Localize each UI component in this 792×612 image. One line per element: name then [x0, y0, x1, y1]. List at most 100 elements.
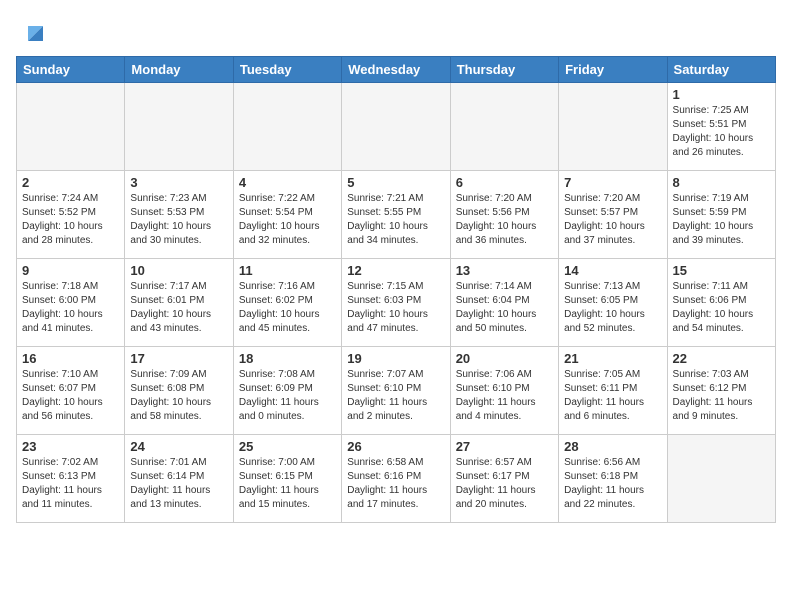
calendar-cell: 10 Sunrise: 7:17 AM Sunset: 6:01 PM Dayli… [125, 259, 233, 347]
calendar-cell: 13 Sunrise: 7:14 AM Sunset: 6:04 PM Dayli… [450, 259, 558, 347]
calendar-cell: 5 Sunrise: 7:21 AM Sunset: 5:55 PM Daylig… [342, 171, 450, 259]
day-info: Sunrise: 7:07 AM Sunset: 6:10 PM Dayligh… [347, 368, 444, 424]
day-info: Sunrise: 7:21 AM Sunset: 5:55 PM Dayligh… [347, 192, 444, 248]
day-info: Sunrise: 7:09 AM Sunset: 6:08 PM Dayligh… [130, 368, 227, 424]
day-info: Sunrise: 7:16 AM Sunset: 6:02 PM Dayligh… [239, 280, 336, 336]
calendar-cell [667, 435, 775, 523]
calendar-cell: 27 Sunrise: 6:57 AM Sunset: 6:17 PM Dayli… [450, 435, 558, 523]
day-number: 2 [22, 175, 119, 190]
calendar-cell: 25 Sunrise: 7:00 AM Sunset: 6:15 PM Dayli… [233, 435, 341, 523]
day-info: Sunrise: 7:25 AM Sunset: 5:51 PM Dayligh… [673, 104, 770, 160]
calendar-cell: 21 Sunrise: 7:05 AM Sunset: 6:11 PM Dayli… [559, 347, 667, 435]
day-number: 9 [22, 263, 119, 278]
day-of-week-header: Friday [559, 57, 667, 83]
day-info: Sunrise: 7:23 AM Sunset: 5:53 PM Dayligh… [130, 192, 227, 248]
calendar-cell: 9 Sunrise: 7:18 AM Sunset: 6:00 PM Daylig… [17, 259, 125, 347]
calendar-cell: 26 Sunrise: 6:58 AM Sunset: 6:16 PM Dayli… [342, 435, 450, 523]
day-of-week-header: Thursday [450, 57, 558, 83]
day-number: 14 [564, 263, 661, 278]
calendar-cell [233, 83, 341, 171]
day-info: Sunrise: 7:13 AM Sunset: 6:05 PM Dayligh… [564, 280, 661, 336]
day-of-week-header: Sunday [17, 57, 125, 83]
calendar-cell: 8 Sunrise: 7:19 AM Sunset: 5:59 PM Daylig… [667, 171, 775, 259]
day-info: Sunrise: 7:10 AM Sunset: 6:07 PM Dayligh… [22, 368, 119, 424]
day-number: 19 [347, 351, 444, 366]
day-info: Sunrise: 7:20 AM Sunset: 5:56 PM Dayligh… [456, 192, 553, 248]
calendar-cell: 23 Sunrise: 7:02 AM Sunset: 6:13 PM Dayli… [17, 435, 125, 523]
day-info: Sunrise: 7:02 AM Sunset: 6:13 PM Dayligh… [22, 456, 119, 512]
day-number: 7 [564, 175, 661, 190]
day-number: 22 [673, 351, 770, 366]
calendar-cell: 11Sunrise: 7:16 AM Sunset: 6:02 PM Dayli… [233, 259, 341, 347]
calendar-cell: 14 Sunrise: 7:13 AM Sunset: 6:05 PM Dayli… [559, 259, 667, 347]
calendar-week-row: 2 Sunrise: 7:24 AM Sunset: 5:52 PM Daylig… [17, 171, 776, 259]
day-number: 27 [456, 439, 553, 454]
logo [16, 16, 48, 46]
calendar-cell: 6 Sunrise: 7:20 AM Sunset: 5:56 PM Daylig… [450, 171, 558, 259]
calendar-cell: 16 Sunrise: 7:10 AM Sunset: 6:07 PM Dayli… [17, 347, 125, 435]
day-number: 23 [22, 439, 119, 454]
day-number: 20 [456, 351, 553, 366]
calendar-cell: 17Sunrise: 7:09 AM Sunset: 6:08 PM Dayli… [125, 347, 233, 435]
day-of-week-header: Monday [125, 57, 233, 83]
day-info: Sunrise: 7:20 AM Sunset: 5:57 PM Dayligh… [564, 192, 661, 248]
logo-icon [18, 16, 48, 46]
calendar-cell: 22 Sunrise: 7:03 AM Sunset: 6:12 PM Dayli… [667, 347, 775, 435]
day-of-week-header: Wednesday [342, 57, 450, 83]
day-info: Sunrise: 7:22 AM Sunset: 5:54 PM Dayligh… [239, 192, 336, 248]
day-info: Sunrise: 6:57 AM Sunset: 6:17 PM Dayligh… [456, 456, 553, 512]
day-number: 16 [22, 351, 119, 366]
calendar-cell [342, 83, 450, 171]
day-info: Sunrise: 7:24 AM Sunset: 5:52 PM Dayligh… [22, 192, 119, 248]
calendar-cell: 24 Sunrise: 7:01 AM Sunset: 6:14 PM Dayli… [125, 435, 233, 523]
calendar-cell: 12 Sunrise: 7:15 AM Sunset: 6:03 PM Dayli… [342, 259, 450, 347]
calendar-table: SundayMondayTuesdayWednesdayThursdayFrid… [16, 56, 776, 523]
day-info: Sunrise: 6:58 AM Sunset: 6:16 PM Dayligh… [347, 456, 444, 512]
day-number: 24 [130, 439, 227, 454]
calendar-cell [125, 83, 233, 171]
day-info: Sunrise: 7:05 AM Sunset: 6:11 PM Dayligh… [564, 368, 661, 424]
day-number: 28 [564, 439, 661, 454]
day-info: Sunrise: 7:01 AM Sunset: 6:14 PM Dayligh… [130, 456, 227, 512]
day-number: 6 [456, 175, 553, 190]
day-number: 21 [564, 351, 661, 366]
day-info: Sunrise: 7:15 AM Sunset: 6:03 PM Dayligh… [347, 280, 444, 336]
calendar-cell: 1Sunrise: 7:25 AM Sunset: 5:51 PM Daylig… [667, 83, 775, 171]
day-info: Sunrise: 7:03 AM Sunset: 6:12 PM Dayligh… [673, 368, 770, 424]
day-info: Sunrise: 7:08 AM Sunset: 6:09 PM Dayligh… [239, 368, 336, 424]
day-number: 18 [239, 351, 336, 366]
day-number: 13 [456, 263, 553, 278]
calendar-cell [450, 83, 558, 171]
calendar-cell: 20Sunrise: 7:06 AM Sunset: 6:10 PM Dayli… [450, 347, 558, 435]
day-info: Sunrise: 6:56 AM Sunset: 6:18 PM Dayligh… [564, 456, 661, 512]
day-number: 15 [673, 263, 770, 278]
calendar-week-row: 9 Sunrise: 7:18 AM Sunset: 6:00 PM Daylig… [17, 259, 776, 347]
day-number: 10 [130, 263, 227, 278]
day-info: Sunrise: 7:11 AM Sunset: 6:06 PM Dayligh… [673, 280, 770, 336]
day-info: Sunrise: 7:19 AM Sunset: 5:59 PM Dayligh… [673, 192, 770, 248]
calendar-cell: 4 Sunrise: 7:22 AM Sunset: 5:54 PM Daylig… [233, 171, 341, 259]
day-number: 25 [239, 439, 336, 454]
calendar-cell: 2 Sunrise: 7:24 AM Sunset: 5:52 PM Daylig… [17, 171, 125, 259]
calendar-week-row: 16 Sunrise: 7:10 AM Sunset: 6:07 PM Dayli… [17, 347, 776, 435]
day-number: 3 [130, 175, 227, 190]
calendar-cell: 19 Sunrise: 7:07 AM Sunset: 6:10 PM Dayli… [342, 347, 450, 435]
day-info: Sunrise: 7:14 AM Sunset: 6:04 PM Dayligh… [456, 280, 553, 336]
calendar-cell: 7 Sunrise: 7:20 AM Sunset: 5:57 PM Daylig… [559, 171, 667, 259]
calendar-cell: 18 Sunrise: 7:08 AM Sunset: 6:09 PM Dayli… [233, 347, 341, 435]
calendar-cell: 3 Sunrise: 7:23 AM Sunset: 5:53 PM Daylig… [125, 171, 233, 259]
day-number: 8 [673, 175, 770, 190]
day-of-week-header: Tuesday [233, 57, 341, 83]
day-number: 4 [239, 175, 336, 190]
calendar-week-row: 23 Sunrise: 7:02 AM Sunset: 6:13 PM Dayli… [17, 435, 776, 523]
calendar-cell: 28 Sunrise: 6:56 AM Sunset: 6:18 PM Dayli… [559, 435, 667, 523]
calendar-cell [17, 83, 125, 171]
day-number: 26 [347, 439, 444, 454]
day-info: Sunrise: 7:00 AM Sunset: 6:15 PM Dayligh… [239, 456, 336, 512]
day-info: Sunrise: 7:17 AM Sunset: 6:01 PM Dayligh… [130, 280, 227, 336]
day-number: 12 [347, 263, 444, 278]
calendar-cell: 15 Sunrise: 7:11 AM Sunset: 6:06 PM Dayli… [667, 259, 775, 347]
calendar-cell [559, 83, 667, 171]
day-info: Sunrise: 7:18 AM Sunset: 6:00 PM Dayligh… [22, 280, 119, 336]
day-number: 5 [347, 175, 444, 190]
